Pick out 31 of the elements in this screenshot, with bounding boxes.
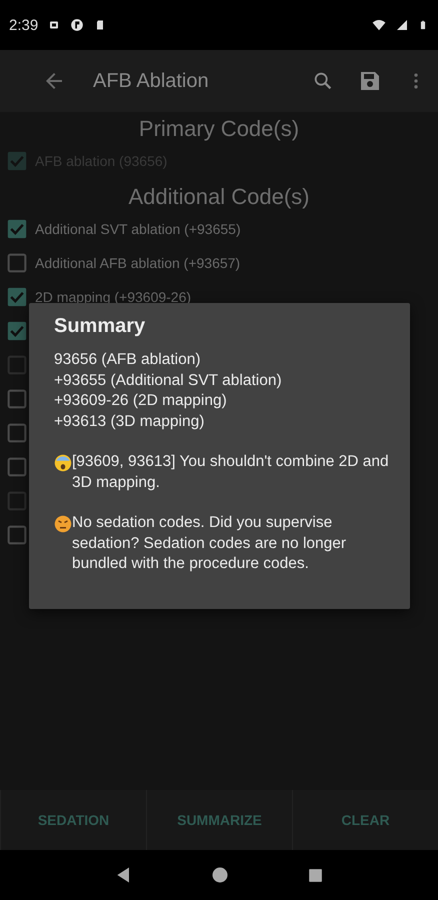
checkbox[interactable]: [7, 219, 27, 239]
warning-message: No sedation codes. Did you supervise sedation? Sedation codes are no longer bundled with the procedure codes.: [72, 513, 348, 574]
emoji-icon: [54, 515, 72, 533]
notification-icon: [70, 18, 84, 32]
dialog-title: Summary: [54, 315, 146, 338]
save-icon[interactable]: [358, 69, 382, 93]
section-heading: Primary Code(s): [138, 115, 300, 143]
summary-code: 93656 (AFB ablation): [54, 350, 202, 370]
checkbox[interactable]: [7, 389, 27, 409]
checkbox-label: Additional SVT ablation (+93655): [35, 221, 241, 237]
summary-code: +93609-26 (2D mapping): [54, 391, 228, 411]
checkbox-label: Additional AFB ablation (+93657): [35, 255, 240, 271]
recents-icon[interactable]: [307, 866, 324, 884]
wifi-icon: [372, 18, 386, 32]
status-time: 2:39: [9, 16, 38, 34]
search-icon[interactable]: [312, 70, 334, 92]
warning-message: [93609, 93613] You shouldn't combine 2D and 3D mapping.: [72, 452, 390, 492]
emoji-icon: [54, 454, 72, 472]
checkbox[interactable]: [7, 457, 27, 477]
summary-code: +93655 (Additional SVT ablation): [54, 370, 283, 390]
checkbox[interactable]: [7, 287, 27, 307]
summary-code: +93613 (3D mapping): [54, 412, 206, 432]
notification-icon: [48, 19, 60, 31]
signal-icon: [396, 18, 408, 32]
checkbox[interactable]: [7, 423, 27, 443]
checkbox[interactable]: [7, 525, 27, 545]
checkbox[interactable]: [7, 321, 27, 341]
checkbox[interactable]: [7, 253, 27, 273]
screen-title: AFB Ablation: [93, 70, 210, 92]
section-heading: Additional Code(s): [128, 183, 310, 211]
home-icon[interactable]: [211, 866, 230, 884]
